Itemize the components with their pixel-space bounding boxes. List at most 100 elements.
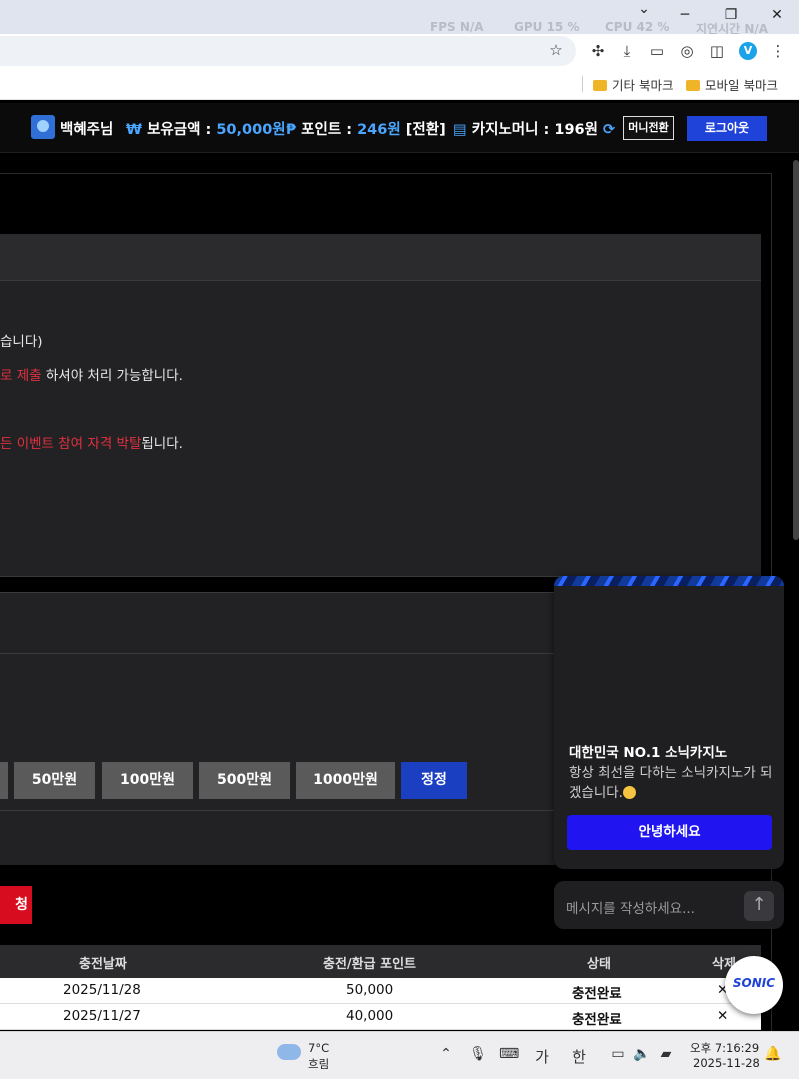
user-avatar (31, 115, 55, 139)
address-bar[interactable]: ☆ (0, 36, 576, 66)
bookmark-other[interactable]: 기타 북마크 (593, 75, 673, 94)
network-icon[interactable]: ▭ (608, 1046, 628, 1062)
close-button[interactable]: ✕ (763, 4, 791, 26)
col-date: 충전날짜 (79, 957, 127, 972)
notice-line-1: 습니다) (0, 334, 43, 350)
chat-hello-button[interactable]: 안녕하세요 (567, 815, 772, 850)
amount-button-100[interactable]: 100만원 (102, 762, 193, 799)
col-status: 상태 (587, 957, 611, 972)
casino-label: 카지노머니 : (471, 122, 550, 138)
reset-button[interactable]: 정정 (401, 762, 467, 799)
notice-highlight: 든 이벤트 참여 자격 박탈 (0, 436, 142, 452)
battery-icon[interactable]: ▰ (656, 1046, 676, 1062)
browser-titlebar: FPS N/A GPU 15 % CPU 42 % 지연시간 N/A ⌄ ─ ❐… (0, 0, 799, 34)
bookmarks-separator (582, 76, 583, 92)
username: 백혜주님 (60, 122, 114, 138)
menu-kebab-icon[interactable]: ⋮ (768, 41, 788, 61)
row-date: 2025/11/27 (63, 1008, 141, 1024)
ime-mode-1[interactable]: 가 (532, 1046, 552, 1067)
page-scrollbar[interactable] (793, 160, 799, 540)
amount-button-500[interactable]: 500만원 (199, 762, 290, 799)
balance: ₩ 보유금액 : 50,000원 (126, 118, 286, 139)
row-points: 50,000 (346, 982, 394, 998)
fps-readout: FPS N/A (430, 20, 484, 34)
browser-toolbar: ☆ ✣ ⤓ ▭ ◎ ◫ V ⋮ (0, 34, 799, 68)
amount-button-50[interactable]: 50만원 (14, 762, 95, 799)
download-icon[interactable]: ⤓ (617, 41, 637, 61)
keyboard-icon[interactable]: ⌨ (499, 1046, 519, 1062)
row-status: 충전완료 (572, 1012, 622, 1028)
row-status: 충전완료 (572, 986, 622, 1002)
points: ₱ 포인트 : 246원 [전환] (286, 118, 446, 139)
bookmark-mobile[interactable]: 모바일 북마크 (686, 75, 778, 94)
site-header: 백혜주님 ₩ 보유금액 : 50,000원 ₱ 포인트 : 246원 [전환] … (0, 103, 799, 153)
notice-header (0, 234, 761, 281)
logout-button[interactable]: 로그아웃 (687, 116, 767, 141)
notice-line-3: 든 이벤트 참여 자격 박탈됩니다. (0, 432, 183, 452)
row-points: 40,000 (346, 1008, 394, 1024)
clock-time[interactable]: 오후 7:16:29 (690, 1040, 759, 1056)
ime-mode-2[interactable]: 한 (569, 1046, 589, 1067)
screenshot-icon[interactable]: ◎ (677, 41, 697, 61)
bookmark-label: 모바일 북마크 (705, 78, 778, 93)
balance-value: 50,000원 (216, 122, 286, 138)
chat-banner-stripe (554, 576, 784, 586)
notice-line-2: 로 제출 하셔야 처리 가능합니다. (0, 364, 183, 384)
gpu-readout: GPU 15 % (514, 20, 580, 34)
tab-search-icon[interactable]: ⌄ (630, 0, 658, 20)
cpu-readout: CPU 42 % (605, 20, 670, 34)
microphone-icon[interactable]: 🎙 (468, 1046, 488, 1062)
notification-bell-icon[interactable]: 🔔 (763, 1046, 783, 1062)
weather-status: 흐림 (308, 1057, 330, 1071)
sonic-logo: SONIC (732, 976, 776, 990)
row-date: 2025/11/28 (63, 982, 141, 998)
cast-icon[interactable]: ▭ (647, 41, 667, 61)
bookmarks-bar: 기타 북마크 모바일 북마크 (0, 68, 799, 100)
refresh-icon[interactable]: ⟳ (603, 122, 615, 138)
bookmark-label: 기타 북마크 (612, 78, 674, 93)
chat-description-text: 항상 최선을 다하는 소닉카지노가 되겠습니다. (569, 765, 773, 801)
chevron-up-icon[interactable]: ⌃ (436, 1046, 456, 1062)
clock-date[interactable]: 2025-11-28 (693, 1056, 760, 1070)
convert-link[interactable]: [전환] (406, 122, 446, 138)
windows-taskbar: 7°C 흐림 ⌃ 🎙 ⌨ 가 한 ▭ 🔈 ▰ 오후 7:16:29 2025-1… (0, 1031, 799, 1079)
notice-body (0, 281, 761, 577)
restore-button[interactable]: ❐ (717, 4, 745, 26)
money-convert-button[interactable]: 머니전환 (623, 116, 674, 140)
chat-title: 대한민국 NO.1 소닉카지노 (569, 745, 728, 761)
history-table-header: 충전날짜 충전/환급 포인트 상태 삭제 (0, 945, 761, 978)
profile-avatar[interactable]: V (739, 42, 757, 60)
amount-button-partial[interactable] (0, 762, 8, 799)
smile-emoji-icon (622, 786, 636, 799)
bookmark-star-icon[interactable]: ☆ (546, 40, 566, 60)
point-icon: ₱ (286, 122, 297, 138)
weather-temp: 7°C (308, 1041, 330, 1055)
notice-text: 됩니다. (141, 436, 183, 452)
folder-icon (593, 80, 607, 91)
send-arrow-icon[interactable]: ↑ (744, 891, 774, 921)
point-label: 포인트 : (301, 122, 353, 138)
minimize-button[interactable]: ─ (671, 4, 699, 26)
card-icon: ▤ (453, 122, 467, 138)
extensions-icon[interactable]: ✣ (588, 41, 608, 61)
chat-input-placeholder: 메시지를 작성하세요... (566, 901, 695, 917)
cloud-icon[interactable] (277, 1044, 301, 1060)
amount-button-1000[interactable]: 1000만원 (296, 762, 395, 799)
col-points: 충전/환급 포인트 (323, 957, 416, 972)
balance-label: 보유금액 : (147, 122, 212, 138)
split-view-icon[interactable]: ◫ (707, 41, 727, 61)
won-icon: ₩ (126, 122, 142, 138)
folder-icon (686, 80, 700, 91)
point-value: 246원 (357, 122, 401, 138)
apply-button[interactable]: 청 (0, 886, 32, 924)
casino-value: 196원 (554, 122, 598, 138)
table-row: 2025/11/28 50,000 충전완료 ✕ (0, 978, 761, 1004)
chat-message-input[interactable]: 메시지를 작성하세요... ↑ (554, 881, 784, 929)
notice-text: 하셔야 처리 가능합니다. (41, 368, 183, 384)
chat-widget: 대한민국 NO.1 소닉카지노 항상 최선을 다하는 소닉카지노가 되겠습니다.… (554, 576, 784, 869)
chat-launcher-button[interactable]: SONIC (725, 956, 783, 1014)
casino-money: ▤ 카지노머니 : 196원 ⟳ (453, 118, 615, 139)
volume-icon[interactable]: 🔈 (632, 1046, 652, 1062)
chat-description: 항상 최선을 다하는 소닉카지노가 되겠습니다. (569, 763, 774, 803)
notice-highlight: 로 제출 (0, 368, 42, 384)
